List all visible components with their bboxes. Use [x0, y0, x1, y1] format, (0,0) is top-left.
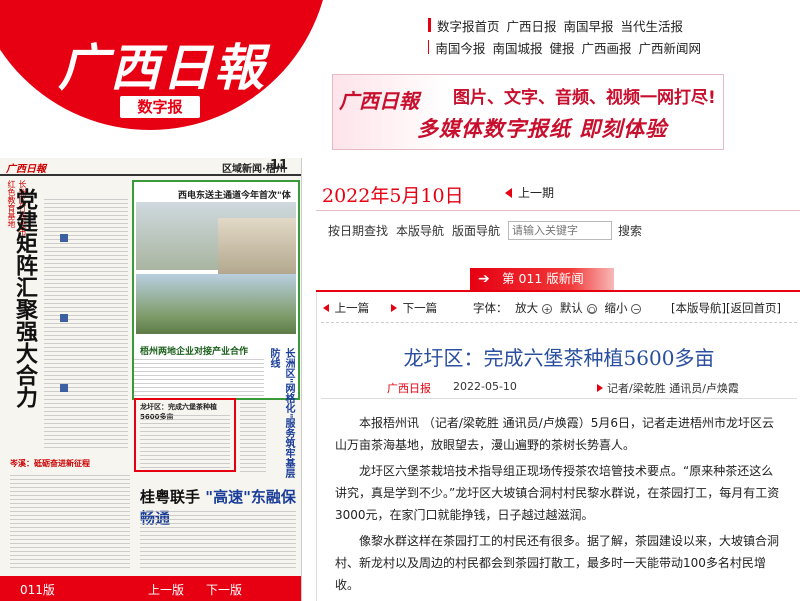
search-button[interactable]: 搜索 [618, 222, 642, 239]
article-paragraph: 本报梧州讯 （记者/梁乾胜 通讯员/卢焕霞）5月6日，记者走进梧州市龙圩区云山万… [335, 416, 774, 452]
section-tab[interactable]: ➔ 第 011 版新闻 [470, 268, 614, 290]
minus-icon[interactable]: − [631, 304, 642, 314]
article-author-text: 记者/梁乾胜 通讯员/卢焕霞 [607, 382, 739, 395]
prev-issue-label: 上一期 [518, 186, 555, 200]
page-nav-link[interactable]: 版面导航 [452, 222, 500, 239]
nav-link-ddshb[interactable]: 当代生活报 [621, 16, 684, 35]
article-title: 龙圩区：完成六堡茶种植5600多亩 [403, 346, 715, 370]
article-author: 记者/梁乾胜 通讯员/卢焕霞 [597, 380, 739, 396]
prev-article-link[interactable]: 上一篇 [323, 300, 369, 316]
paper-text-block [44, 198, 128, 448]
article-meta: 广西日报 2022-05-10 记者/梁乾胜 通讯员/卢焕霞 [317, 380, 800, 396]
paper-section-title[interactable]: 梧州两地企业对接产业合作 [140, 344, 248, 357]
top-nav: 数字报首页 广西日报 南国早报 当代生活报 南国今报 南国城报 健报 广西画报 … [428, 14, 708, 58]
prev-article-label: 上一篇 [334, 301, 370, 315]
prev-page-button[interactable]: 上一版 [148, 581, 184, 598]
nav-link-gxxww[interactable]: 广西新闻网 [638, 38, 701, 57]
banner-logo: 广西日報 [339, 89, 419, 113]
plus-icon[interactable]: + [542, 304, 553, 314]
paper-text-block [10, 472, 130, 568]
paper-page-number: 11 [270, 158, 289, 173]
next-article-link[interactable]: 下一篇 [391, 300, 437, 316]
font-default-button[interactable]: 默认 [560, 301, 583, 315]
layout-nav-link[interactable]: 本版导航 [396, 222, 444, 239]
paper-right-vertical-head[interactable]: 长洲区"网格化"服务筑牢基层防线 [268, 348, 296, 488]
nav-bar-marker [428, 18, 431, 32]
article-nav: 上一篇 下一篇 字体： 放大 + 默认 ○ 缩小 − [本版导航][返回首页] [317, 300, 787, 318]
banner-line-2: 多媒体数字报纸 即刻体验 [417, 117, 668, 141]
hotspot-marker-c[interactable] [60, 384, 68, 392]
big-head-a: 桂粤联手 [140, 488, 201, 506]
banner-line-1: 图片、文字、音频、视频一网打尽! [453, 88, 716, 108]
paper-text-block [134, 358, 264, 396]
arrow-left-icon [505, 188, 512, 198]
arrow-right-icon [391, 304, 397, 312]
hotspot-marker-a[interactable] [60, 234, 68, 242]
arrow-right-icon [597, 384, 603, 392]
divider [321, 398, 797, 399]
paper-text-block [140, 414, 230, 468]
arrow-right-icon: ➔ [478, 271, 490, 287]
nav-link-ngcb[interactable]: 南国城报 [492, 38, 542, 57]
issue-date: 2022年5月10日 [322, 185, 464, 207]
article-date: 2022-05-10 [453, 380, 517, 393]
article-paragraph: 龙圩区六堡茶栽培技术指导组正现场传授茶农培管技术要点。“原来种茶还这么讲究，真是… [335, 464, 780, 522]
nav-link-ngzb[interactable]: 南国早报 [564, 16, 614, 35]
paper-header: 广西日報 区域新闻·梧州 11 [0, 158, 301, 176]
layout-nav-button[interactable]: [本版导航] [671, 301, 726, 315]
paper-photo-landscape [136, 274, 296, 334]
paper-name: 广西日報 [6, 164, 46, 175]
prev-issue-link[interactable]: 上一期 [505, 184, 554, 201]
article-paragraph: 像黎水群这样在茶园打工的村民还有很多。据了解，茶园建设以来，大坡镇合洞村、新龙村… [335, 534, 780, 592]
article-source: 广西日报 [387, 382, 431, 395]
paper-section-name: 区域新闻 [222, 164, 262, 175]
font-size-controls: 字体： 放大 + 默认 ○ 缩小 − [473, 300, 645, 316]
font-enlarge-button[interactable]: 放大 [515, 301, 538, 315]
search-input[interactable] [508, 221, 613, 240]
paper-headline[interactable]: 党建矩阵汇聚强大合力 [10, 188, 38, 408]
top-nav-row-1: 数字报首页 广西日报 南国早报 当代生活报 [428, 14, 708, 36]
nav-link-home[interactable]: 数字报首页 [437, 16, 500, 35]
nav-link-ngjb[interactable]: 南国今报 [435, 38, 485, 57]
paper-footer: 011版 上一版 下一版 [0, 576, 301, 601]
page-root: 广西日報 数字报 数字报首页 广西日报 南国早报 当代生活报 南国今报 南国城报… [0, 0, 800, 601]
nav-link-gxrb[interactable]: 广西日报 [507, 16, 557, 35]
newspaper-page-preview[interactable]: 广西日報 区域新闻·梧州 11 长洲区打造全市红色教育基地 党建矩阵汇聚强大合力… [0, 158, 302, 601]
next-page-button[interactable]: 下一版 [206, 581, 242, 598]
divider [316, 210, 800, 211]
arrow-left-icon [323, 304, 329, 312]
article-panel: 上一篇 下一篇 字体： 放大 + 默认 ○ 缩小 − [本版导航][返回首页] 龙圩区… [316, 292, 800, 601]
divider [321, 322, 797, 323]
next-article-label: 下一篇 [402, 301, 438, 315]
digital-paper-badge[interactable]: 数字报 [118, 94, 202, 120]
site-logo[interactable]: 广西日報 [58, 28, 266, 100]
paper-text-block [240, 402, 266, 472]
nav-bar-marker [428, 40, 430, 54]
hotspot-marker-b[interactable] [60, 314, 68, 322]
top-nav-row-2: 南国今报 南国城报 健报 广西画报 广西新闻网 [428, 36, 708, 58]
paper-text-block [140, 508, 296, 568]
article-right-links: [本版导航][返回首页] [671, 300, 781, 316]
find-by-date-link[interactable]: 按日期查找 [328, 222, 388, 239]
home-button[interactable]: [返回首页] [726, 301, 781, 315]
multimedia-banner[interactable]: 广西日報 图片、文字、音频、视频一网打尽! 多媒体数字报纸 即刻体验 [332, 74, 724, 150]
paper-photo-workers [218, 218, 296, 274]
font-label: 字体： [473, 301, 508, 315]
paper-strip-head[interactable]: 岑溪：砥砺奋进新征程 [10, 458, 90, 469]
font-shrink-button[interactable]: 缩小 [604, 301, 627, 315]
nav-link-gxhb[interactable]: 广西画报 [581, 38, 631, 57]
section-tab-label: 第 011 版新闻 [502, 271, 584, 286]
circle-icon[interactable]: ○ [586, 304, 597, 314]
toolbar: 按日期查找 本版导航 版面导航 搜索 [328, 221, 650, 240]
article-body: 本报梧州讯 （记者/梁乾胜 通讯员/卢焕霞）5月6日，记者走进梧州市龙圩区云山万… [335, 412, 783, 600]
current-article-highlight[interactable]: 龙圩区：完成六堡茶种植5600多亩 [134, 398, 236, 472]
footer-page-label: 011版 [20, 583, 55, 597]
nav-link-jb[interactable]: 健报 [549, 38, 574, 57]
